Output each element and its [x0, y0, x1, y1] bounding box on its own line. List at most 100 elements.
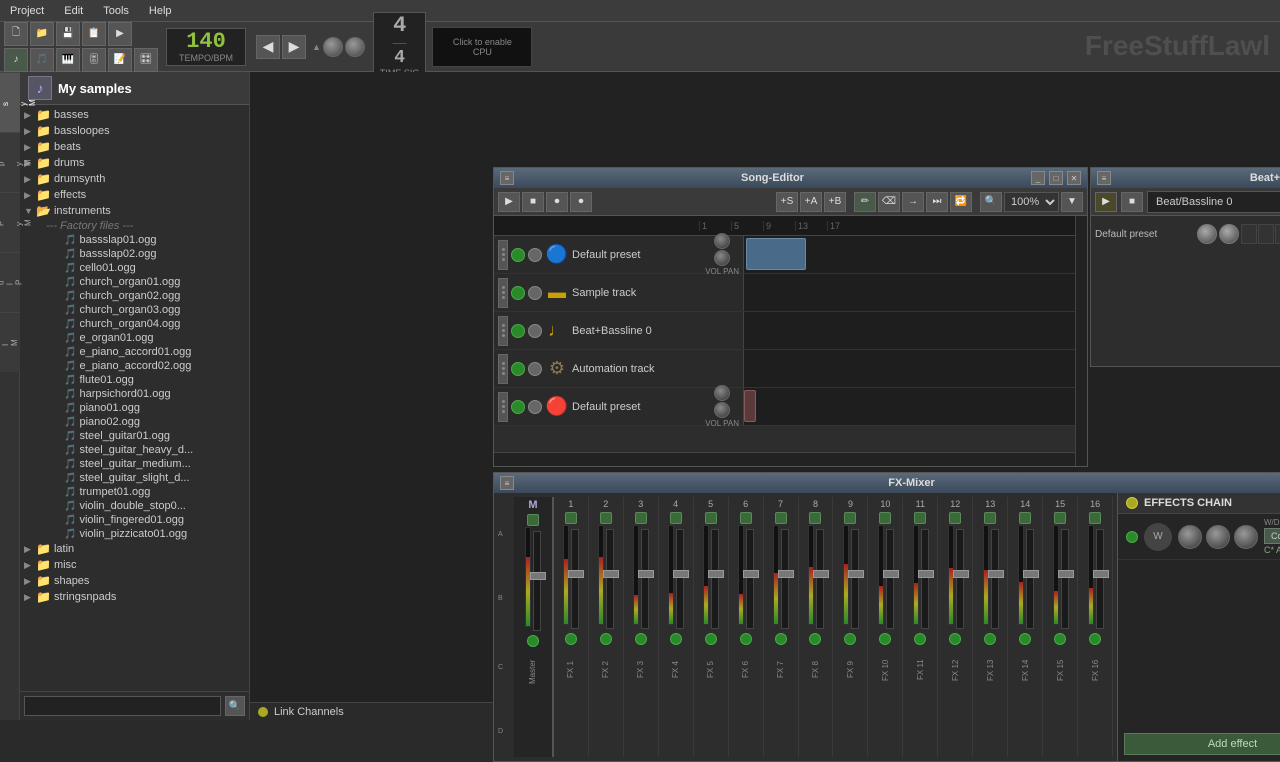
skip-fwd-btn[interactable]: ⏭ [926, 192, 948, 212]
link-channels-label[interactable]: Link Channels [274, 706, 344, 718]
folder-stringsnpads[interactable]: ▶ 📁 stringsnpads [22, 589, 247, 605]
expand-misc[interactable]: ▶ [24, 560, 36, 571]
expand-beats[interactable]: ▶ [24, 142, 36, 153]
file-tree[interactable]: ▶ 📁 basses ▶ 📁 bassloopes ▶ 📁 beats ▶ 📁 … [20, 105, 249, 691]
fx-fader-13[interactable] [991, 529, 999, 629]
file-piano01[interactable]: 🎵piano01.ogg [22, 401, 247, 415]
fx-send-3[interactable] [635, 512, 647, 524]
expand-basses[interactable]: ▶ [24, 110, 36, 121]
fx-fader-9[interactable] [851, 529, 859, 629]
cpu-area[interactable]: Click to enable CPU [432, 27, 532, 67]
fx-send-10[interactable] [879, 512, 891, 524]
zoom-arrow-btn[interactable]: ▼ [1061, 192, 1083, 212]
file-cello01[interactable]: 🎵cello01.ogg [22, 261, 247, 275]
track-drag-5[interactable] [498, 392, 508, 422]
fx-dot-10[interactable] [879, 633, 891, 645]
menu-edit[interactable]: Edit [54, 3, 93, 19]
effect-enable-dot[interactable] [1126, 531, 1138, 543]
song-vscroll[interactable] [1075, 216, 1087, 466]
song-editor-menu-btn[interactable]: ≡ [500, 171, 514, 185]
fx-dot-9[interactable] [844, 633, 856, 645]
folder-drums[interactable]: ▶ 📁 drums [22, 155, 247, 171]
file-violin-pizzicato[interactable]: 🎵violin_pizzicato01.ogg [22, 527, 247, 541]
file-e-piano-accord02[interactable]: 🎵e_piano_accord02.ogg [22, 359, 247, 373]
file-church-organ03[interactable]: 🎵church_organ03.ogg [22, 303, 247, 317]
master-pitch-knob[interactable] [345, 37, 365, 57]
track-area-5[interactable] [744, 388, 1075, 425]
fx-send-2[interactable] [600, 512, 612, 524]
fx-thumb-7[interactable] [778, 570, 794, 578]
stop-btn[interactable]: ■ [522, 192, 544, 212]
arrow-tool-btn[interactable]: → [902, 192, 924, 212]
folder-shapes[interactable]: ▶ 📁 shapes [22, 573, 247, 589]
fx-thumb-9[interactable] [848, 570, 864, 578]
fx-fader-14[interactable] [1026, 529, 1034, 629]
browser-search-btn[interactable]: 🔍 [225, 696, 245, 716]
fx-thumb-1[interactable] [568, 570, 584, 578]
export-btn[interactable]: ▶ [108, 22, 132, 46]
track-green-4[interactable] [511, 362, 525, 376]
track-block-1[interactable] [746, 238, 806, 270]
track-pan-knob-1[interactable] [714, 250, 730, 266]
zoom-select[interactable]: 100% 200% 50% [1004, 192, 1059, 212]
track-name-1[interactable]: Default preset [572, 249, 702, 261]
save-as-btn[interactable]: 📋 [82, 22, 106, 46]
fx-send-14[interactable] [1019, 512, 1031, 524]
track-green-5[interactable] [511, 400, 525, 414]
midi-tab[interactable]: MI [0, 312, 20, 372]
file-bassslap01[interactable]: 🎵bassslap01.ogg [22, 233, 247, 247]
fx-thumb-6[interactable] [743, 570, 759, 578]
fx-dot-15[interactable] [1054, 633, 1066, 645]
fx-fader-5[interactable] [711, 529, 719, 629]
beat-knob-vol-1[interactable] [1197, 224, 1217, 244]
fx-dot-2[interactable] [600, 633, 612, 645]
fx-send-4[interactable] [670, 512, 682, 524]
track-name-4[interactable]: Automation track [572, 363, 739, 375]
song-editor-btn[interactable]: ♪ [4, 48, 28, 72]
file-violin-fingered[interactable]: 🎵violin_fingered01.ogg [22, 513, 247, 527]
zoom-btn[interactable]: 🔍 [980, 192, 1002, 212]
expand-drumsynth[interactable]: ▶ [24, 174, 36, 185]
timesig-bottom[interactable]: 4 [394, 48, 405, 68]
tempo-value[interactable]: 140 [186, 31, 226, 53]
fx-fader-7[interactable] [781, 529, 789, 629]
fx-send-11[interactable] [914, 512, 926, 524]
file-trumpet01[interactable]: 🎵trumpet01.ogg [22, 485, 247, 499]
play-btn[interactable]: ▶ [498, 192, 520, 212]
project-notes-btn[interactable]: 📝 [108, 48, 132, 72]
fx-send-1[interactable] [565, 512, 577, 524]
fx-send-5[interactable] [705, 512, 717, 524]
fx-dot-3[interactable] [635, 633, 647, 645]
beat-cell-1-3[interactable] [1275, 224, 1280, 244]
fx-thumb-15[interactable] [1058, 570, 1074, 578]
fx-fader-10[interactable] [886, 529, 894, 629]
file-piano02[interactable]: 🎵piano02.ogg [22, 415, 247, 429]
fx-fader-3[interactable] [641, 529, 649, 629]
fx-fader-master[interactable] [533, 531, 541, 631]
track-vol-knob-1[interactable] [714, 233, 730, 249]
fx-send-9[interactable] [844, 512, 856, 524]
fx-thumb-11[interactable] [918, 570, 934, 578]
fx-fader-8[interactable] [816, 529, 824, 629]
fx-thumb-14[interactable] [1023, 570, 1039, 578]
beat-channel-select[interactable]: Beat/Bassline 0 [1147, 191, 1280, 213]
file-steel-guitar-medium[interactable]: 🎵steel_guitar_medium... [22, 457, 247, 471]
track-name-5[interactable]: Default preset [572, 401, 702, 413]
file-e-piano-accord01[interactable]: 🎵e_piano_accord01.ogg [22, 345, 247, 359]
beat-stop-btn[interactable]: ■ [1121, 192, 1143, 212]
track-grey-4[interactable] [528, 362, 542, 376]
track-vol-knob-5[interactable] [714, 385, 730, 401]
fx-dot-14[interactable] [1019, 633, 1031, 645]
beat-editor-titlebar[interactable]: ≡ Beat+Bassline Editor ✕ [1091, 168, 1280, 188]
my-presets-tab[interactable]: MyPr [0, 192, 20, 252]
expand-instruments[interactable]: ▼ [24, 206, 36, 216]
erase-tool-btn[interactable]: ⌫ [878, 192, 900, 212]
fx-dot-5[interactable] [705, 633, 717, 645]
effects-chain-dot[interactable] [1126, 497, 1138, 509]
track-green-2[interactable] [511, 286, 525, 300]
track-green-3[interactable] [511, 324, 525, 338]
track-name-2[interactable]: Sample track [572, 287, 739, 299]
fx-fader-1[interactable] [571, 529, 579, 629]
file-church-organ02[interactable]: 🎵church_organ02.ogg [22, 289, 247, 303]
fx-send-6[interactable] [740, 512, 752, 524]
